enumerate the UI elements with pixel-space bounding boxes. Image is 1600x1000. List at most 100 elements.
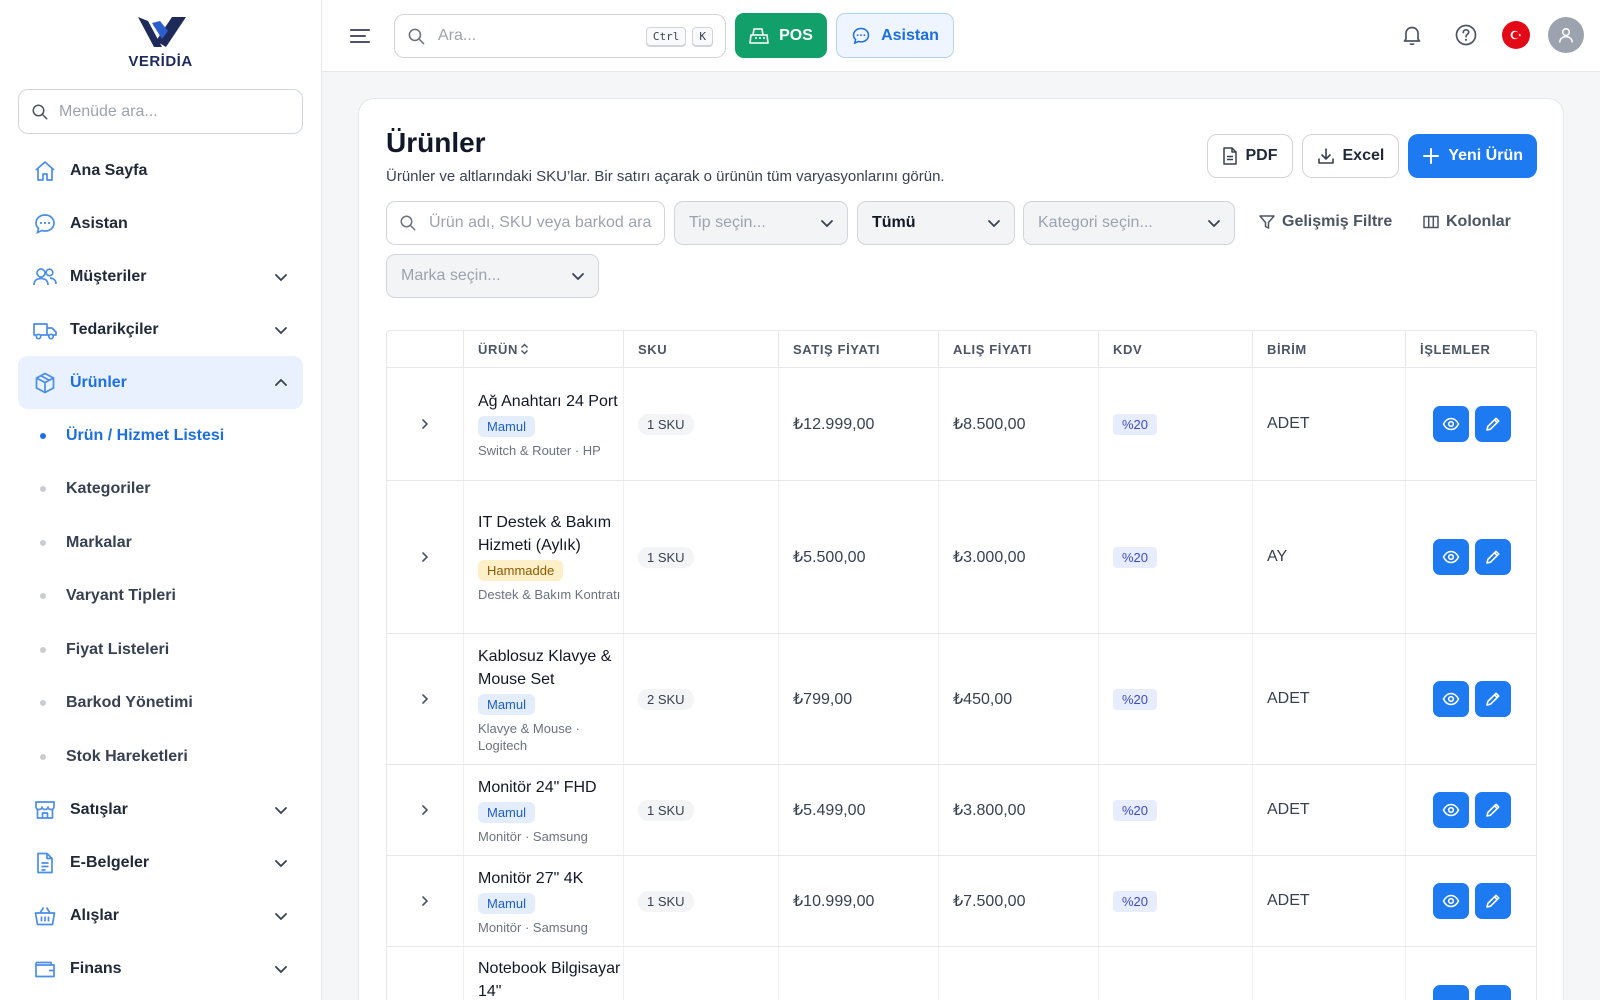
columns-button[interactable]: Kolonlar [1422,213,1511,231]
sidebar-subitem-stock-movements[interactable]: Stok Hareketleri [18,730,303,784]
pencil-icon [1486,692,1500,706]
file-icon [1222,147,1237,165]
actions-cell [1406,856,1536,946]
document-icon [32,850,58,876]
table-row[interactable]: Monitör 24" FHD Mamul Monitör · Samsung … [387,765,1536,856]
table-row[interactable]: Notebook Bilgisayar 14" [387,947,1536,1000]
view-button[interactable] [1433,406,1469,442]
actions-cell [1406,368,1536,480]
expand-row-button[interactable] [387,947,464,1000]
truck-icon [32,317,58,343]
sidebar-item-products[interactable]: Ürünler [18,356,303,409]
view-button[interactable] [1433,681,1469,717]
user-icon [1559,28,1573,43]
sidebar-item-label: Müşteriler [70,267,147,285]
topbar: Ara... Ctrl K POS Asistan [322,0,1600,72]
sidebar-subitem-categories[interactable]: Kategoriler [18,463,303,517]
assistant-button[interactable]: Asistan [836,13,954,58]
pos-button[interactable]: POS [735,13,827,58]
expand-row-button[interactable] [387,368,464,480]
pencil-icon [1486,417,1500,431]
sale-price-cell: ₺5.499,00 [779,765,939,855]
sidebar-subitem-label: Stok Hareketleri [66,747,188,765]
edit-button[interactable] [1475,406,1511,442]
advanced-filter-button[interactable]: Gelişmiş Filtre [1258,213,1392,231]
brand-logo[interactable]: VERİDİA [0,0,321,82]
box-icon [32,370,58,396]
chat-icon [32,211,58,237]
excel-button-label: Excel [1342,147,1385,164]
product-name: Ağ Anahtarı 24 Port [478,392,618,410]
pdf-button[interactable]: PDF [1206,134,1293,178]
sidebar-subitem-barcode[interactable]: Barkod Yönetimi [18,677,303,731]
type-select[interactable]: Tip seçin... [674,201,848,245]
sidebar-item-sales[interactable]: Satışlar [18,784,303,837]
new-product-button-label: Yeni Ürün [1448,147,1523,164]
sidebar-subitem-brands[interactable]: Markalar [18,516,303,570]
columns-icon [1423,215,1439,229]
download-icon [1317,148,1334,164]
column-header-product[interactable]: ÜRÜN [464,331,624,367]
edit-button[interactable] [1475,539,1511,575]
sidebar-item-assistant[interactable]: Asistan [18,197,303,250]
sku-cell: 1 SKU [624,856,779,946]
sidebar-subitem-price-lists[interactable]: Fiyat Listeleri [18,623,303,677]
view-button[interactable] [1433,792,1469,828]
sidebar-item-customers[interactable]: Müşteriler [18,250,303,303]
turkish-flag-icon[interactable] [1502,21,1530,49]
status-select[interactable]: Tümü [857,201,1015,245]
brand-select-placeholder: Marka seçin... [401,267,501,284]
view-button[interactable] [1433,985,1469,1000]
sale-price-cell [779,947,939,1000]
excel-button[interactable]: Excel [1301,134,1400,178]
sidebar-item-finance[interactable]: Finans [18,943,303,996]
view-button[interactable] [1433,883,1469,919]
expand-row-button[interactable] [387,765,464,855]
table-row[interactable]: Monitör 27" 4K Mamul Monitör · Samsung 1… [387,856,1536,947]
sidebar-item-suppliers[interactable]: Tedarikçiler [18,303,303,356]
sidebar-item-label: Ürünler [70,373,127,391]
bell-icon[interactable] [1394,17,1430,53]
menu-toggle-icon[interactable] [348,24,372,48]
category-select[interactable]: Kategori seçin... [1023,201,1235,245]
sale-price-cell: ₺12.999,00 [779,368,939,480]
expand-row-button[interactable] [387,856,464,946]
table-row[interactable]: Ağ Anahtarı 24 Port Mamul Switch & Route… [387,368,1536,481]
edit-button[interactable] [1475,792,1511,828]
edit-button[interactable] [1475,681,1511,717]
pencil-icon [1486,803,1500,817]
chevron-down-icon [275,807,287,815]
sidebar-subitem-product-list[interactable]: Ürün / Hizmet Listesi [18,409,303,463]
new-product-button[interactable]: Yeni Ürün [1408,134,1537,178]
vat-badge: %20 [1113,413,1158,435]
sale-price-cell: ₺5.500,00 [779,481,939,633]
category-select-placeholder: Kategori seçin... [1038,214,1153,231]
sidebar-item-e-documents[interactable]: E-Belgeler [18,837,303,890]
bullet-dot [40,486,46,493]
product-name: Kablosuz Klavye & Mouse Set [478,647,612,688]
avatar[interactable] [1548,17,1584,53]
menu-search-input[interactable]: Menüde ara... [18,89,303,134]
help-icon[interactable] [1448,17,1484,53]
bullet-dot [40,646,46,653]
expand-row-button[interactable] [387,481,464,633]
sidebar-item-purchases[interactable]: Alışlar [18,890,303,943]
status-select-value: Tümü [872,214,916,231]
store-icon [32,797,58,823]
chevron-down-icon [572,273,584,281]
sidebar-item-home[interactable]: Ana Sayfa [18,144,303,197]
veridia-logo-icon [137,16,186,47]
sku-count-badge: 1 SKU [638,799,694,821]
product-search-input[interactable]: Ürün adı, SKU veya barkod ara [386,201,665,245]
expand-row-button[interactable] [387,634,464,764]
chevron-right-icon [422,896,429,906]
product-meta: Monitör · Samsung [478,828,588,844]
global-search-input[interactable]: Ara... Ctrl K [394,14,726,58]
sidebar-subitem-variant-types[interactable]: Varyant Tipleri [18,570,303,624]
edit-button[interactable] [1475,985,1511,1000]
view-button[interactable] [1433,539,1469,575]
table-row[interactable]: Kablosuz Klavye & Mouse Set Mamul Klavye… [387,634,1536,765]
brand-select[interactable]: Marka seçin... [386,254,599,298]
edit-button[interactable] [1475,883,1511,919]
table-row[interactable]: IT Destek & Bakım Hizmeti (Aylık) Hammad… [387,481,1536,634]
